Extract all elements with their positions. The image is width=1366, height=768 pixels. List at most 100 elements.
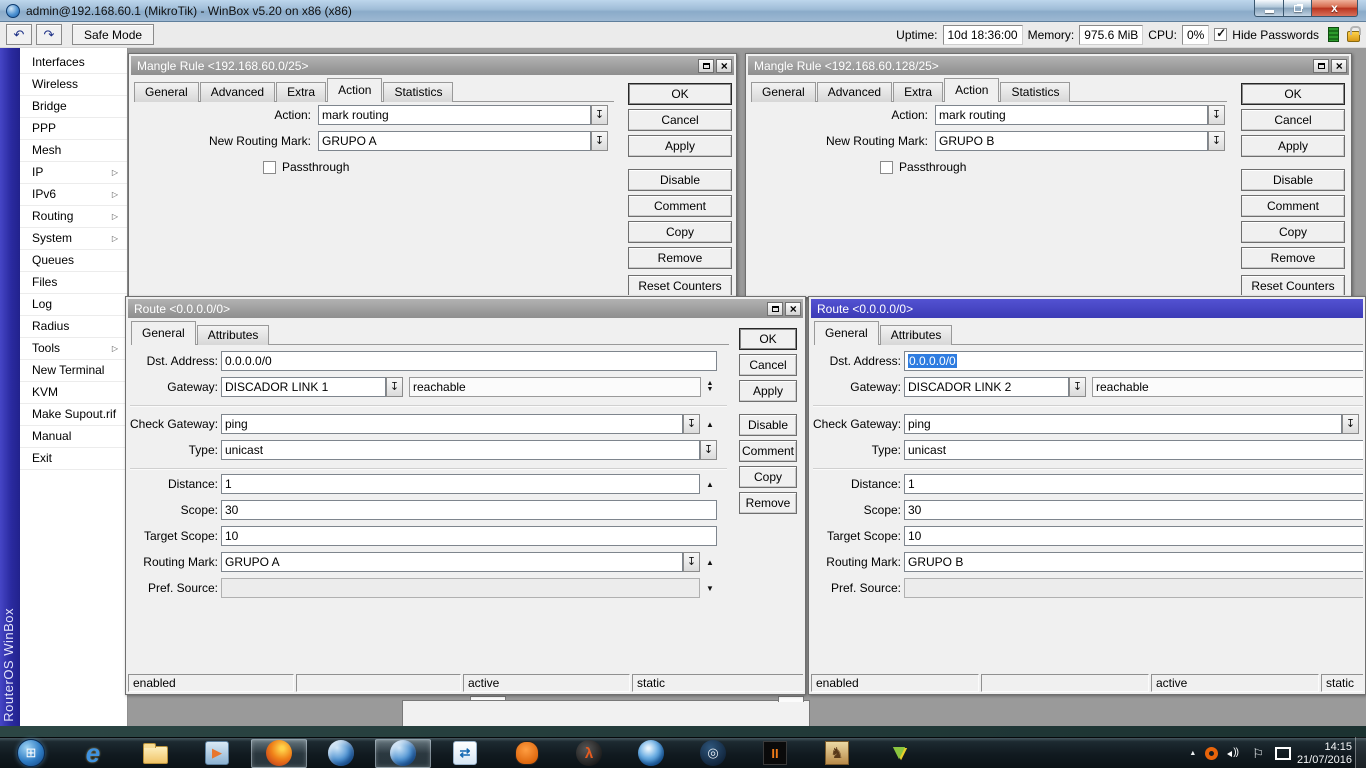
distance-field[interactable]: 1 [904, 474, 1363, 494]
internet-explorer-icon[interactable]: e [65, 738, 121, 768]
maximize-button[interactable] [1313, 58, 1329, 73]
new-routing-mark-field[interactable]: GRUPO A [318, 131, 591, 151]
restore-button[interactable] [1284, 0, 1312, 17]
sidebar-item[interactable]: Bridge [20, 96, 127, 118]
routing-mark-field[interactable]: GRUPO A [221, 552, 683, 572]
dialog-titlebar[interactable]: Route <0.0.0.0/0> [811, 299, 1363, 318]
new-routing-mark-dropdown-icon[interactable] [591, 131, 608, 151]
close-button[interactable] [785, 301, 801, 316]
dialog-button[interactable]: Comment [739, 440, 797, 462]
sidebar-item[interactable]: IPv6 [20, 184, 127, 206]
check-gateway-collapse-icon[interactable] [703, 414, 717, 434]
sidebar-item[interactable]: Radius [20, 316, 127, 338]
dialog-button[interactable]: Comment [1241, 195, 1345, 217]
dialog-button[interactable]: Remove [628, 247, 732, 269]
type-field[interactable]: unicast [221, 440, 700, 460]
tab[interactable]: Statistics [383, 82, 454, 102]
sidebar-item[interactable]: Mesh [20, 140, 127, 162]
action-dropdown-icon[interactable] [1208, 105, 1225, 125]
dialog-titlebar[interactable]: Route <0.0.0.0/0> [128, 299, 803, 318]
dialog-button[interactable]: Copy [1241, 221, 1345, 243]
dialog-button[interactable]: Copy [628, 221, 732, 243]
hidden-icons-chevron[interactable]: ▲ [1189, 750, 1196, 757]
sidebar-item[interactable]: New Terminal [20, 360, 127, 382]
routing-mark-dropdown-icon[interactable] [683, 552, 700, 572]
black-ops-2-icon[interactable]: II [747, 739, 803, 768]
google-earth-icon[interactable] [623, 739, 679, 768]
close-button[interactable] [716, 58, 732, 73]
vuze-icon[interactable]: ▼ [871, 739, 927, 768]
gateway-spinner-icon[interactable] [703, 377, 717, 397]
tab[interactable]: Statistics [1000, 82, 1071, 102]
tab[interactable]: Extra [276, 82, 327, 102]
action-center-flag-icon[interactable]: ⚐ [1252, 746, 1264, 762]
sidebar-item[interactable]: PPP [20, 118, 127, 140]
dialog-titlebar[interactable]: Mangle Rule <192.168.60.0/25> [131, 56, 734, 75]
steam-icon[interactable]: ◎ [685, 739, 741, 768]
check-gateway-dropdown-icon[interactable] [683, 414, 700, 434]
dialog-button[interactable]: Reset Counters [1241, 275, 1345, 295]
new-routing-mark-dropdown-icon[interactable] [1208, 131, 1225, 151]
firefox-icon[interactable] [251, 738, 307, 768]
sidebar-item[interactable]: Tools [20, 338, 127, 360]
dialog-button[interactable]: Disable [1241, 169, 1345, 191]
sidebar-item[interactable]: Wireless [20, 74, 127, 96]
passthrough-checkbox[interactable] [263, 160, 276, 174]
target-scope-field[interactable]: 10 [904, 526, 1363, 546]
dialog-button[interactable]: Apply [739, 380, 797, 402]
dialog-button[interactable]: Disable [739, 414, 797, 436]
action-field[interactable]: mark routing [935, 105, 1208, 125]
dialog-button[interactable]: Cancel [1241, 109, 1345, 131]
tab[interactable]: General [131, 321, 196, 345]
network-icon[interactable] [1273, 747, 1291, 760]
tab[interactable]: Attributes [879, 325, 953, 345]
media-player-icon[interactable]: ▶ [189, 739, 245, 768]
sidebar-item[interactable]: Interfaces [20, 52, 127, 74]
main-titlebar[interactable]: admin@192.168.60.1 (MikroTik) - WinBox v… [0, 0, 1366, 22]
check-gateway-dropdown-icon[interactable] [1342, 414, 1359, 434]
pref-source-expand-icon[interactable] [703, 578, 717, 598]
winbox-icon[interactable] [313, 739, 369, 768]
scope-field[interactable]: 30 [221, 500, 717, 520]
hand-app-icon[interactable] [499, 739, 555, 768]
tab[interactable]: General [751, 82, 816, 102]
target-scope-field[interactable]: 10 [221, 526, 717, 546]
pref-source-field[interactable] [221, 578, 700, 598]
dialog-button[interactable]: OK [628, 83, 732, 105]
sidebar-item[interactable]: Files [20, 272, 127, 294]
pref-source-field[interactable] [904, 578, 1363, 598]
tray-clock[interactable]: 14:15 21/07/2016 [1297, 741, 1352, 767]
sidebar-item[interactable]: Log [20, 294, 127, 316]
dialog-button[interactable]: Remove [739, 492, 797, 514]
maximize-button[interactable] [698, 58, 714, 73]
sidebar-item[interactable]: Make Supout.rif [20, 404, 127, 426]
check-gateway-field[interactable]: ping [221, 414, 683, 434]
sidebar-item[interactable]: Exit [20, 448, 127, 470]
dialog-button[interactable]: OK [739, 328, 797, 350]
safe-mode-button[interactable]: Safe Mode [72, 24, 155, 45]
gateway-field[interactable]: DISCADOR LINK 1 [221, 377, 386, 397]
sidebar-item[interactable]: Queues [20, 250, 127, 272]
show-desktop-button[interactable] [1355, 737, 1366, 768]
dst-address-field[interactable]: 0.0.0.0/0 [904, 351, 1363, 371]
routing-mark-field[interactable]: GRUPO B [904, 552, 1363, 572]
tab[interactable]: Attributes [196, 325, 270, 345]
sidebar-item[interactable]: System [20, 228, 127, 250]
dialog-button[interactable]: Apply [1241, 135, 1345, 157]
scope-field[interactable]: 30 [904, 500, 1363, 520]
distance-field[interactable]: 1 [221, 474, 700, 494]
maximize-button[interactable] [767, 301, 783, 316]
winbox-active-icon[interactable] [375, 738, 431, 768]
start-button[interactable]: ⊞ [3, 739, 59, 768]
dialog-button[interactable]: Copy [739, 466, 797, 488]
dialog-button[interactable]: Cancel [739, 354, 797, 376]
halflife-icon[interactable]: λ [561, 739, 617, 768]
dialog-button[interactable]: Reset Counters [628, 275, 732, 295]
tab[interactable]: Extra [893, 82, 944, 102]
gateway-field[interactable]: DISCADOR LINK 2 [904, 377, 1069, 397]
dialog-button[interactable]: Cancel [628, 109, 732, 131]
dialog-button[interactable]: OK [1241, 83, 1345, 105]
passthrough-checkbox[interactable] [880, 160, 893, 174]
hide-passwords-checkbox[interactable] [1214, 26, 1228, 41]
tab[interactable]: General [134, 82, 199, 102]
